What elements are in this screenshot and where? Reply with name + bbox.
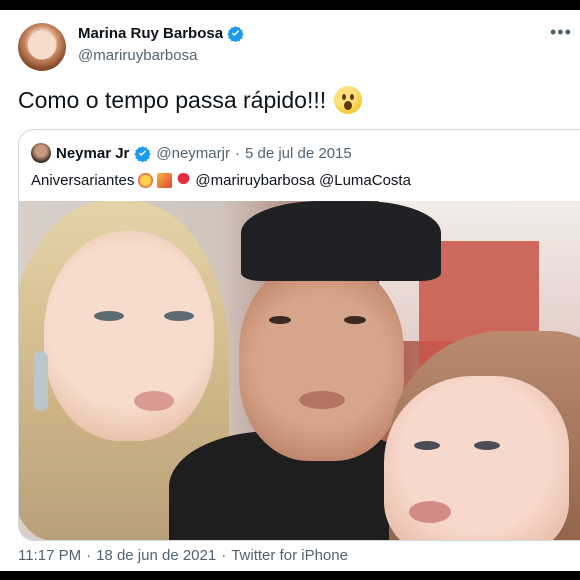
- footer-separator-2: ·: [221, 547, 227, 564]
- quoted-author-name[interactable]: Neymar Jr: [56, 145, 129, 162]
- quoted-text-content: Aniversariantes: [31, 172, 135, 189]
- tweet-source[interactable]: Twitter for iPhone: [231, 547, 348, 564]
- author-avatar[interactable]: [18, 23, 66, 71]
- quoted-author-handle[interactable]: @neymarjr: [156, 145, 230, 162]
- party-face-emoji-icon: [138, 173, 154, 188]
- tweet-footer: 11:17 PM · 18 de jun de 2021 · Twitter f…: [18, 547, 348, 564]
- quoted-tweet-header: Neymar Jr @neymarjr · 5 de jul de 2015: [31, 143, 352, 163]
- tweet-time[interactable]: 11:17 PM: [18, 547, 81, 564]
- astonished-face-emoji-icon: [334, 86, 363, 114]
- tweet-date[interactable]: 18 de jun de 2021: [96, 547, 216, 564]
- author-display-name[interactable]: Marina Ruy Barbosa: [78, 25, 223, 42]
- tweet-text-content: Como o tempo passa rápido!!!: [18, 86, 327, 113]
- party-popper-emoji-icon: [157, 173, 173, 188]
- author-handle[interactable]: @mariruybarbosa: [78, 47, 197, 64]
- tweet-text: Como o tempo passa rápido!!!: [18, 86, 363, 114]
- author-name-row: Marina Ruy Barbosa: [78, 25, 244, 42]
- quoted-tweet-text: Aniversariantes @mariruybarbosa @LumaCos…: [31, 172, 411, 189]
- quoted-mentions[interactable]: @mariruybarbosa @LumaCosta: [195, 172, 411, 189]
- verified-badge-icon: [134, 145, 152, 162]
- quoted-tweet-photo[interactable]: [19, 201, 580, 540]
- quoted-tweet[interactable]: Neymar Jr @neymarjr · 5 de jul de 2015 A…: [18, 129, 580, 541]
- tweet-card: Marina Ruy Barbosa @mariruybarbosa ••• C…: [0, 10, 580, 571]
- footer-separator: ·: [86, 547, 92, 564]
- quoted-author-avatar[interactable]: [31, 143, 51, 163]
- meta-separator: ·: [234, 144, 240, 162]
- quoted-date[interactable]: 5 de jul de 2015: [245, 145, 352, 162]
- more-options-icon[interactable]: •••: [550, 23, 580, 45]
- tweet-header: Marina Ruy Barbosa @mariruybarbosa •••: [18, 23, 580, 73]
- verified-badge-icon: [227, 25, 244, 42]
- balloon-emoji-icon: [176, 173, 192, 188]
